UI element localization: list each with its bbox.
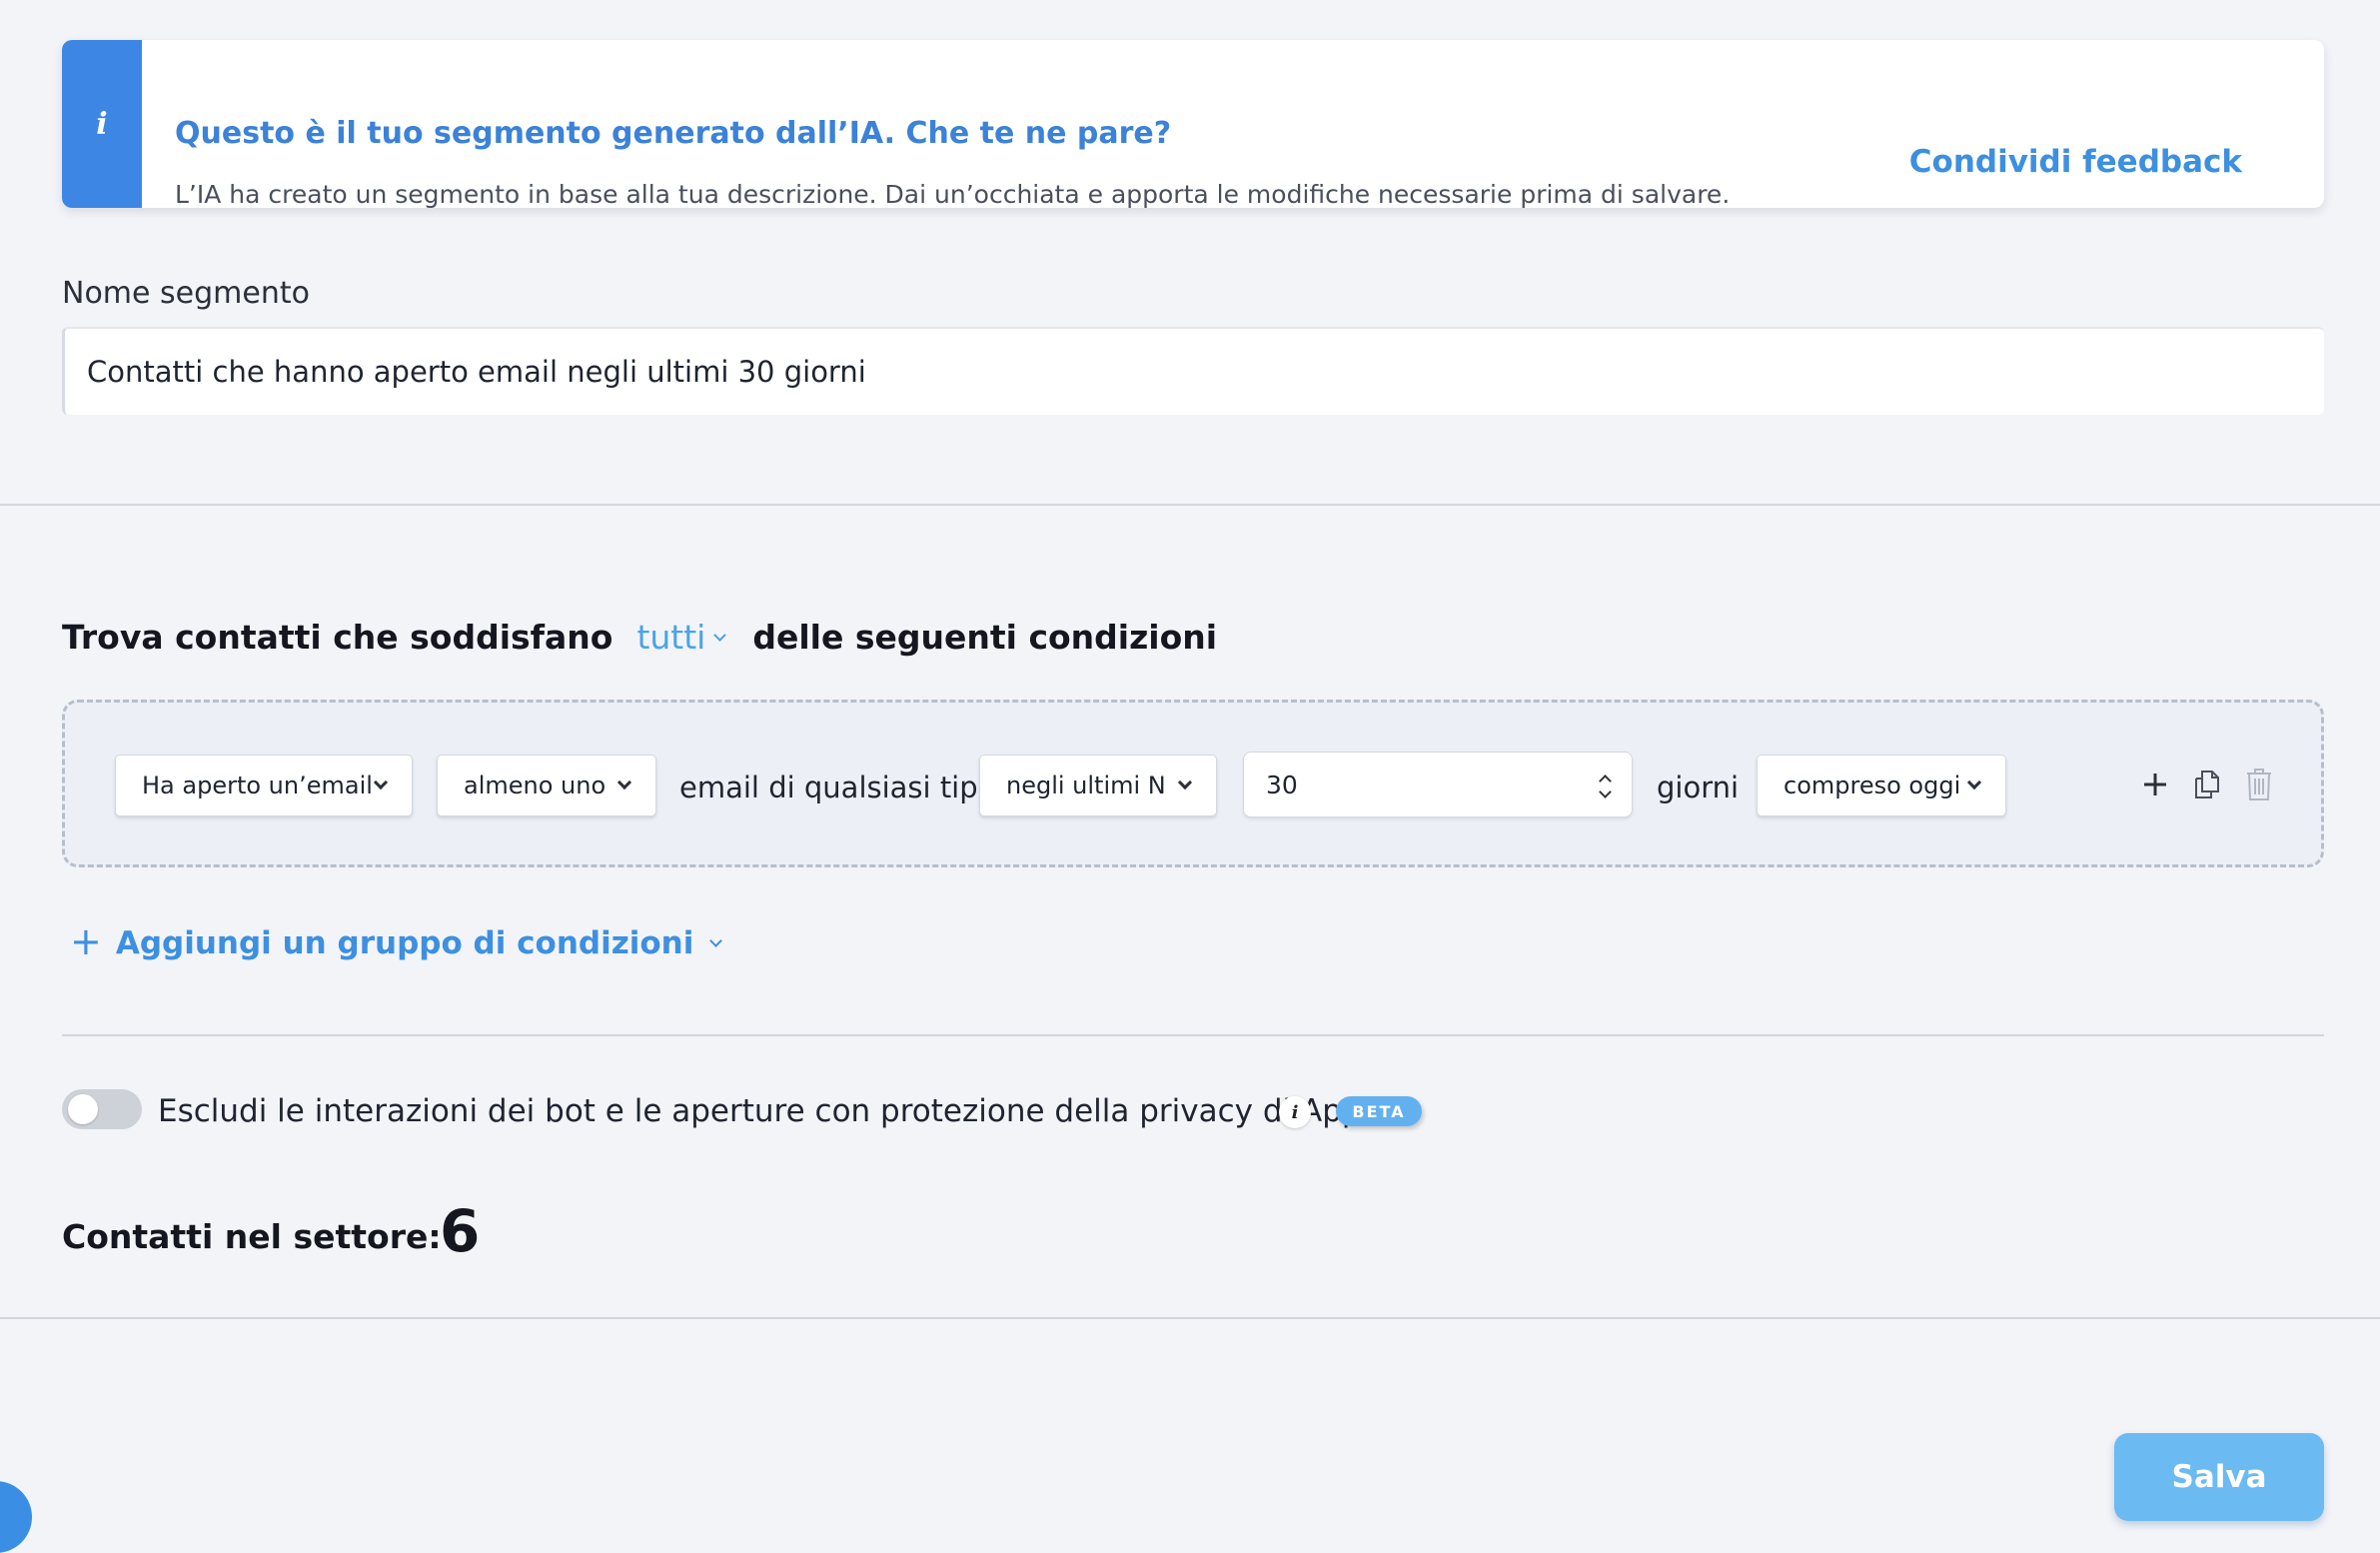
conditions-heading-suffix: delle seguenti condizioni [752,618,1218,657]
chevron-down-icon [1177,775,1193,790]
section-divider [0,504,2380,506]
plus-icon [2144,774,2166,795]
days-text: giorni [1657,771,1740,804]
plus-icon: + [70,919,102,963]
quantity-select-value: almeno uno [464,772,606,799]
match-type-value: tutti [636,618,706,657]
help-chat-bubble[interactable] [0,1481,32,1553]
section-divider [62,1034,2324,1036]
period-select-value: negli ultimi N [1006,772,1166,799]
chevron-down-icon [713,629,727,642]
days-value: 30 [1266,770,1298,799]
section-divider [0,1317,2380,1319]
period-select[interactable]: negli ultimi N [979,755,1217,816]
contacts-count-value: 6 [440,1197,481,1265]
delete-condition-button[interactable] [2243,767,2275,802]
exclude-bots-toggle[interactable] [62,1089,142,1129]
chevron-down-icon [1966,775,1982,790]
chevron-down-icon [709,933,723,947]
toggle-knob [68,1094,98,1124]
days-number-input[interactable]: 30 [1243,752,1633,817]
banner-stripe: i [62,40,142,208]
include-today-value: compreso oggi [1784,772,1961,799]
include-today-select[interactable]: compreso oggi [1757,755,2006,816]
conditions-heading: Trova contatti che soddisfano tutti dell… [62,618,1217,657]
condition-group: Ha aperto un’email almeno uno email di q… [62,700,2324,867]
segment-name-input[interactable] [62,327,2324,415]
share-feedback-link[interactable]: Condividi feedback [1909,144,2242,180]
conditions-heading-prefix: Trova contatti che soddisfano [62,618,613,657]
add-condition-group-label: Aggiungi un gruppo di condizioni [115,925,694,961]
copy-icon [2195,771,2219,798]
add-condition-button[interactable] [2139,767,2171,802]
save-button[interactable]: Salva [2114,1433,2324,1521]
info-icon[interactable]: i [1279,1096,1311,1128]
info-icon: i [96,106,108,142]
beta-badge: BETA [1336,1096,1422,1126]
ai-info-banner: i Questo è il tuo segmento generato dall… [62,40,2324,208]
duplicate-condition-button[interactable] [2191,767,2223,802]
match-type-select[interactable]: tutti [636,618,727,657]
trash-icon [2247,769,2271,800]
email-type-text: email di qualsiasi tipo [679,771,996,804]
chevron-down-icon [616,775,632,790]
number-stepper[interactable] [1599,773,1612,798]
segment-name-label: Nome segmento [62,276,310,311]
banner-text: L’IA ha creato un segmento in base alla … [175,180,1731,208]
contacts-count-label: Contatti nel settore: [62,1217,442,1256]
event-select[interactable]: Ha aperto un’email [115,755,413,816]
quantity-select[interactable]: almeno uno [437,755,656,816]
chevron-down-icon [373,775,389,790]
stepper-down-icon [1599,785,1612,798]
add-condition-group-button[interactable]: + Aggiungi un gruppo di condizioni [70,919,723,963]
event-select-value: Ha aperto un’email [142,772,373,799]
exclude-bots-label: Escludi le interazioni dei bot e le aper… [158,1093,1390,1129]
banner-title: Questo è il tuo segmento generato dall’I… [175,116,1172,151]
condition-row-actions [2139,767,2275,802]
